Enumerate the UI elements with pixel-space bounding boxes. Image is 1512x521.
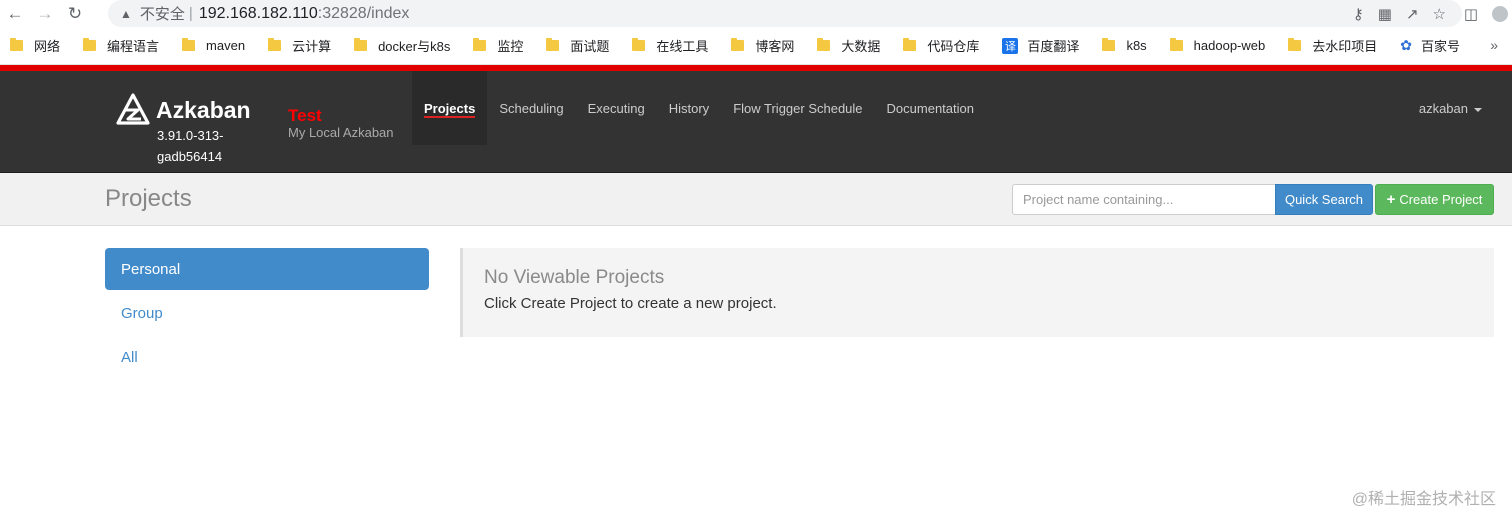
profile-icon[interactable] — [1492, 5, 1508, 22]
folder-icon — [903, 38, 917, 51]
bookmark-folder[interactable]: 云计算 — [268, 36, 331, 55]
folder-icon — [546, 38, 560, 51]
version-label: 3.91.0-313-gadb56414 — [157, 128, 224, 164]
brand-name: Azkaban — [156, 96, 251, 123]
url-host: 192.168.182.110 — [198, 4, 318, 22]
bookmark-folder[interactable]: k8s — [1102, 38, 1147, 53]
main-nav: Projects Scheduling Executing History Fl… — [412, 71, 986, 145]
username: azkaban — [1418, 101, 1468, 116]
folder-icon — [182, 38, 196, 51]
bookmark-baidu-translate[interactable]: 译百度翻译 — [1002, 36, 1079, 55]
filter-all[interactable]: All — [105, 336, 429, 378]
paw-icon: ✿ — [1400, 37, 1412, 53]
key-icon[interactable]: ⚷ — [1353, 5, 1364, 23]
nav-flow-trigger-schedule[interactable]: Flow Trigger Schedule — [721, 71, 874, 145]
bookmark-folder[interactable]: hadoop-web — [1169, 38, 1265, 53]
folder-icon — [354, 38, 368, 51]
brand[interactable]: Azkaban 3.91.0-313-gadb56414 — [116, 93, 266, 167]
bookmark-folder[interactable]: docker与k8s — [354, 36, 450, 55]
nav-executing[interactable]: Executing — [576, 71, 657, 145]
folder-icon — [83, 38, 97, 51]
folder-icon — [473, 38, 487, 51]
insecure-label: 不安全 — [139, 6, 185, 23]
reload-icon[interactable]: ↻ — [60, 0, 90, 27]
azkaban-logo-icon — [116, 93, 150, 125]
bookmark-folder[interactable]: maven — [182, 38, 245, 53]
bookmark-folder[interactable]: 博客网 — [731, 36, 794, 55]
forward-icon[interactable]: → — [30, 0, 60, 27]
project-search-input[interactable] — [1012, 184, 1275, 215]
user-menu[interactable]: azkaban — [1419, 101, 1482, 116]
bookmarks-more-icon[interactable]: » — [1490, 37, 1498, 53]
back-icon[interactable]: ← — [0, 0, 30, 27]
side-panel-icon[interactable]: ◫ — [1464, 5, 1478, 23]
bookmark-folder[interactable]: 大数据 — [817, 36, 880, 55]
address-bar[interactable]: ▲ 不安全 | 192.168.182.110:32828/index ⚷ ▦ … — [108, 0, 1462, 27]
plus-icon: + — [1386, 191, 1396, 208]
bookmark-folder[interactable]: 网络 — [10, 36, 60, 55]
quick-search-button[interactable]: Quick Search — [1275, 184, 1373, 215]
address-separator: | — [188, 5, 193, 22]
page-header: Projects Quick Search +Create Project — [0, 173, 1512, 226]
folder-icon — [268, 38, 282, 51]
filter-group[interactable]: Group — [105, 292, 429, 334]
translate-badge-icon: 译 — [1002, 37, 1019, 54]
empty-state-title: No Viewable Projects — [484, 267, 665, 288]
folder-icon — [1169, 38, 1183, 51]
nav-projects[interactable]: Projects — [412, 71, 488, 145]
watermark: @稀土掘金技术社区 — [1351, 491, 1496, 508]
share-icon[interactable]: ↗ — [1406, 5, 1419, 23]
create-project-button[interactable]: + Create Project — [1375, 184, 1494, 215]
bookmark-folder[interactable]: 在线工具 — [632, 36, 708, 55]
bookmark-folder[interactable]: 代码仓库 — [903, 36, 979, 55]
star-icon[interactable]: ☆ — [1433, 5, 1446, 23]
nav-scheduling[interactable]: Scheduling — [487, 71, 575, 145]
project-filter-nav: Personal Group All — [105, 248, 429, 380]
app-navbar: Azkaban 3.91.0-313-gadb56414 Test My Loc… — [0, 71, 1512, 173]
bookmark-folder[interactable]: 监控 — [473, 36, 523, 55]
empty-projects-panel: No Viewable Projects Click Create Projec… — [460, 248, 1494, 337]
page-title: Projects — [105, 185, 192, 212]
bookmark-folder[interactable]: 面试题 — [546, 36, 609, 55]
folder-icon — [817, 38, 831, 51]
caret-down-icon — [1474, 107, 1482, 112]
environment-name: Test — [288, 106, 322, 125]
environment-info: Test My Local Azkaban — [288, 106, 394, 140]
bookmarks-bar: 网络 编程语言 maven 云计算 docker与k8s 监控 面试题 在线工具… — [0, 27, 1512, 65]
bookmark-folder[interactable]: 去水印项目 — [1288, 36, 1377, 55]
folder-icon — [632, 38, 646, 51]
nav-documentation[interactable]: Documentation — [875, 71, 986, 145]
browser-right-icons: ◫ — [1464, 0, 1512, 27]
environment-description: My Local Azkaban — [288, 125, 394, 140]
url-path: :32828/index — [317, 4, 410, 22]
bookmark-folder[interactable]: 编程语言 — [83, 36, 159, 55]
nav-history[interactable]: History — [657, 71, 721, 145]
folder-icon — [1102, 38, 1116, 51]
filter-personal[interactable]: Personal — [105, 248, 429, 290]
bookmark-baijiahao[interactable]: ✿ 百家号 — [1400, 36, 1460, 55]
empty-state-text: Click Create Project to create a new pro… — [484, 295, 777, 312]
folder-icon — [1288, 38, 1302, 51]
folder-icon — [10, 38, 23, 51]
folder-icon — [731, 38, 745, 51]
omnibox-actions: ⚷ ▦ ↗ ☆ — [1353, 0, 1446, 27]
warning-icon[interactable]: ▲ — [120, 7, 132, 21]
translate-icon[interactable]: ▦ — [1378, 5, 1392, 23]
browser-toolbar: ← → ↻ ▲ 不安全 | 192.168.182.110:32828/inde… — [0, 0, 1512, 27]
active-underline — [424, 116, 476, 118]
